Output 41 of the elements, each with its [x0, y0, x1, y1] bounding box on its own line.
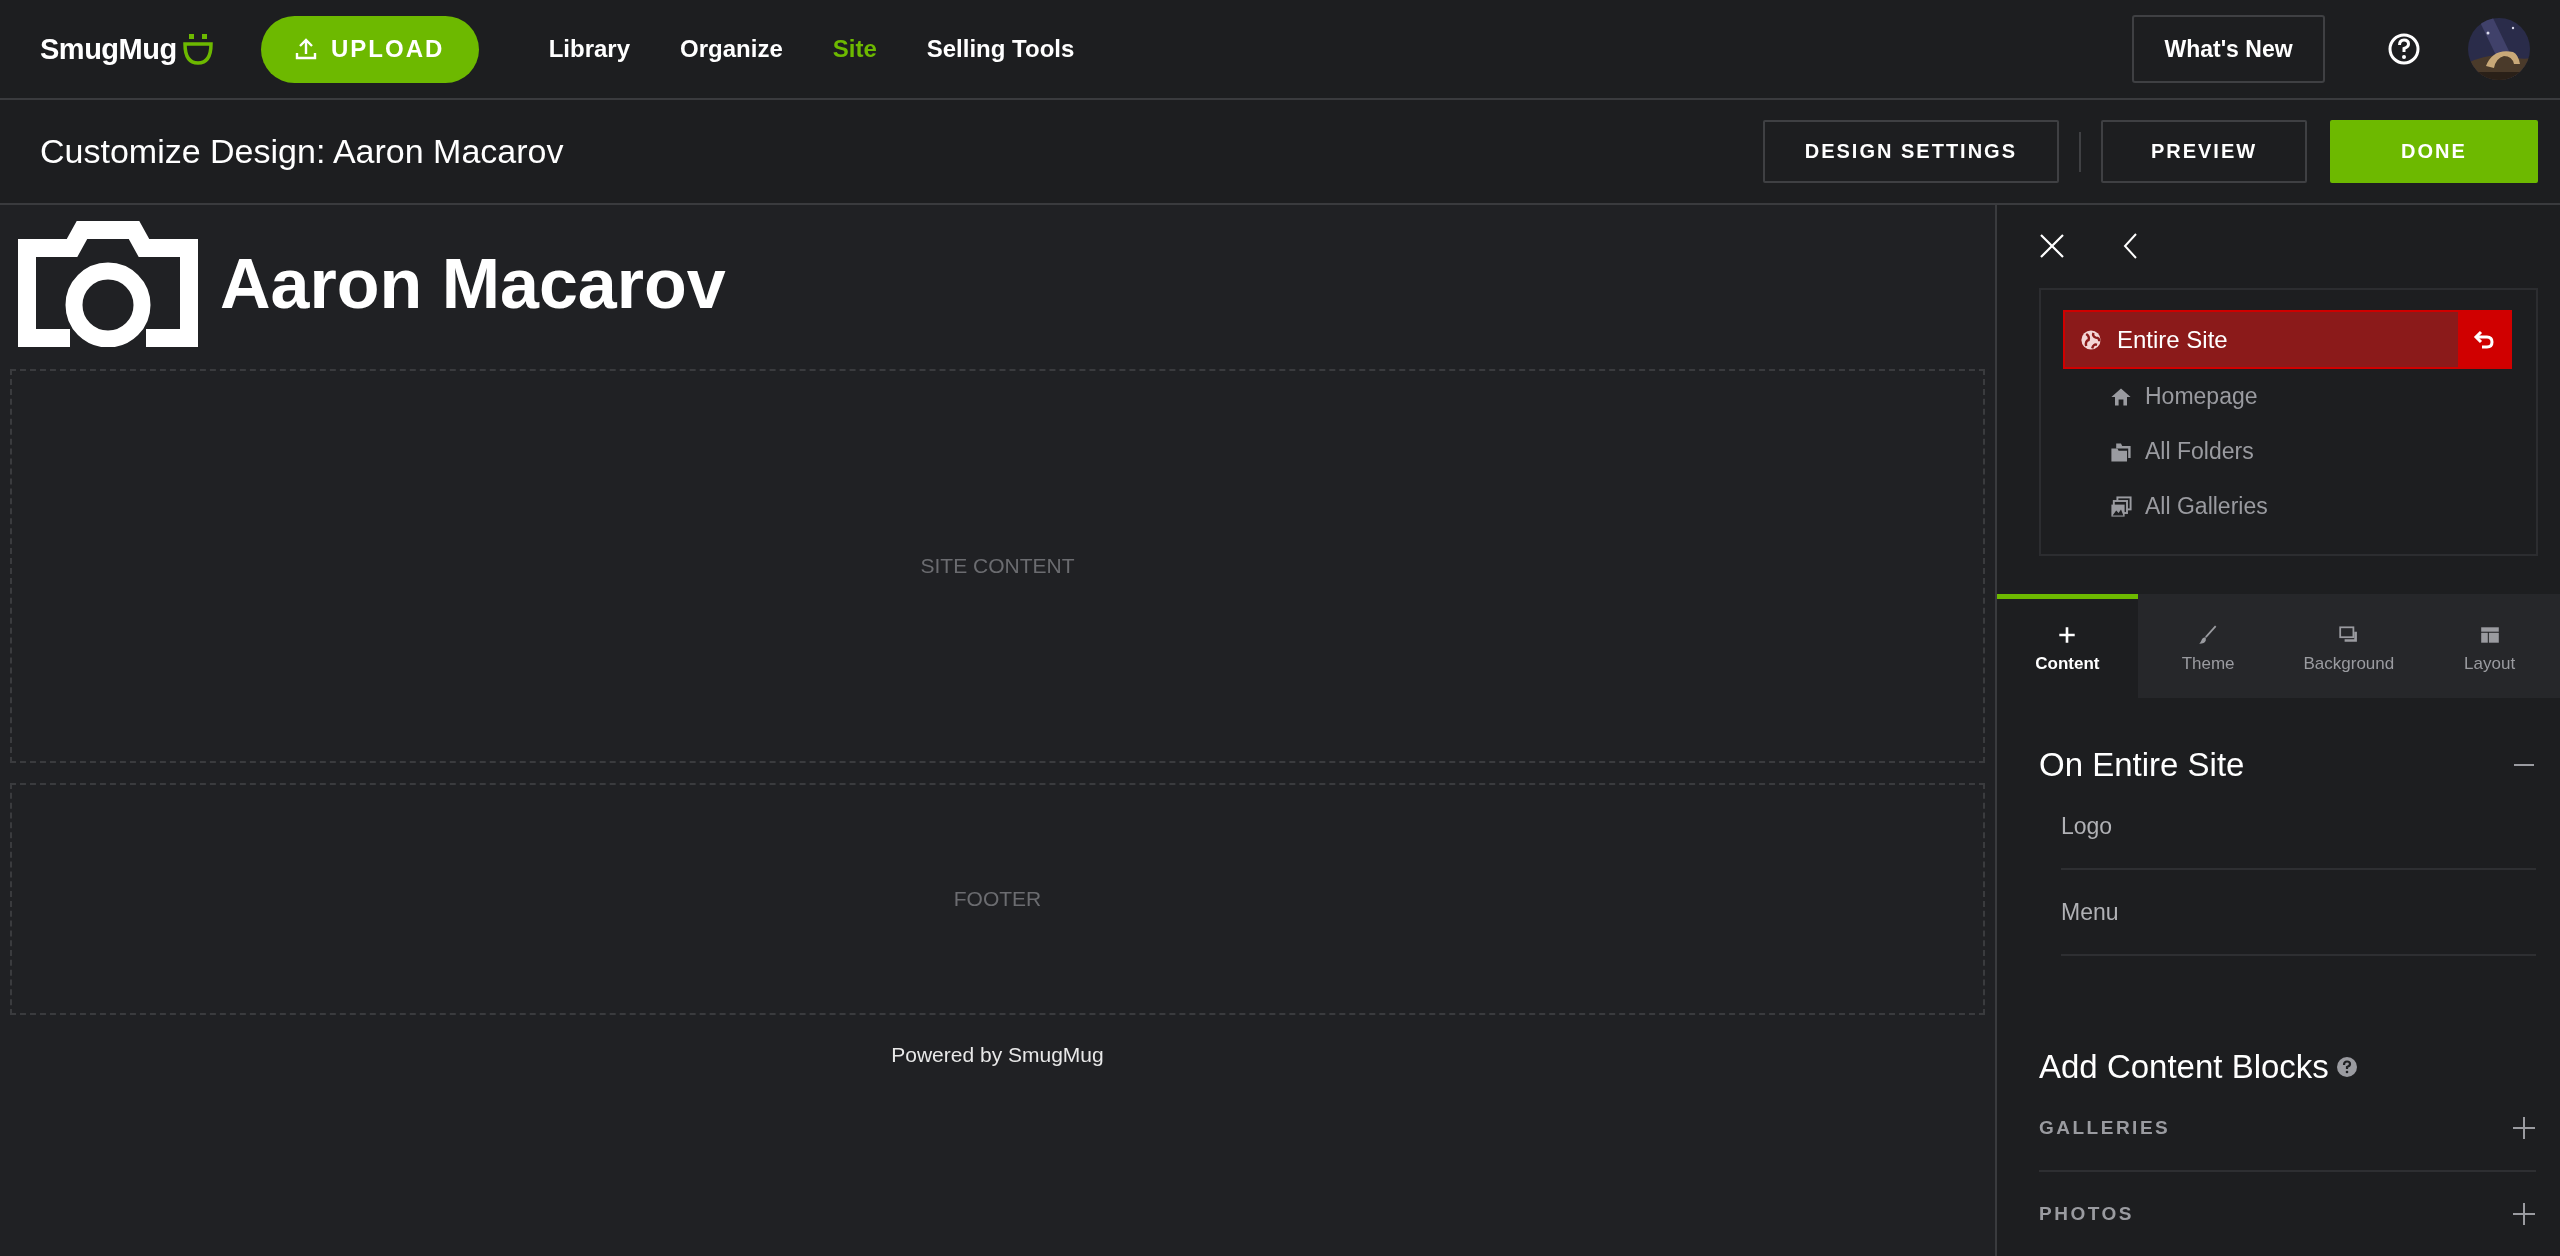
nav-link[interactable]: Organize	[680, 35, 783, 63]
scope-label: All Folders	[2145, 438, 2254, 466]
block-category: GALLERIES	[2039, 1117, 2171, 1139]
nav-link[interactable]: Site	[832, 35, 877, 63]
panel-tab[interactable]: Layout	[2419, 594, 2560, 698]
scope-label: Homepage	[2145, 383, 2258, 411]
brand-logo[interactable]: SmugMug	[40, 32, 177, 66]
panel-tab[interactable]: Content	[1997, 594, 2138, 698]
nav-link[interactable]: Library	[548, 35, 631, 63]
help-icon[interactable]	[2336, 1057, 2357, 1077]
smile-icon	[180, 32, 215, 66]
panel-tab[interactable]: Theme	[2137, 594, 2279, 698]
powered-by-text: Powered by SmugMug	[891, 1043, 1104, 1067]
site-name: Aaron Macarov	[220, 244, 726, 324]
camera-icon	[18, 221, 198, 347]
images-icon	[2109, 494, 2133, 519]
section-item[interactable]: Menu	[2061, 898, 2119, 926]
globe-icon	[2079, 327, 2103, 352]
whats-new-button[interactable]: What's New	[2132, 15, 2325, 83]
undo-button[interactable]	[2458, 312, 2510, 368]
help-icon[interactable]	[2387, 32, 2421, 66]
scope-label: All Galleries	[2145, 493, 2268, 521]
toolbar-button[interactable]: PREVIEW	[2101, 120, 2307, 183]
add-icon[interactable]	[2512, 1116, 2536, 1140]
scope-label: Entire Site	[2117, 325, 2229, 354]
page-title: Customize Design: Aaron Macarov	[40, 132, 564, 171]
section-title: Add Content Blocks	[2039, 1048, 2329, 1086]
upload-icon	[295, 37, 317, 61]
section-item[interactable]: Logo	[2061, 812, 2113, 840]
scope-item[interactable]: All Folders	[2063, 424, 2512, 480]
add-icon[interactable]	[2512, 1202, 2536, 1226]
scope-item[interactable]: All Galleries	[2063, 479, 2512, 535]
nav-link[interactable]: Selling Tools	[926, 35, 1075, 63]
toolbar-button[interactable]: DESIGN SETTINGS	[1762, 120, 2059, 183]
area-label: SITE CONTENT	[920, 554, 1075, 578]
area-label: FOOTER	[953, 887, 1042, 911]
section-title: On Entire Site	[2039, 746, 2245, 784]
panel-tab[interactable]: Background	[2278, 594, 2420, 698]
scope-item[interactable]: Homepage	[2063, 369, 2512, 425]
block-category: PHOTOS	[2039, 1203, 2134, 1225]
scope-item[interactable]: Entire Site	[2063, 310, 2512, 370]
